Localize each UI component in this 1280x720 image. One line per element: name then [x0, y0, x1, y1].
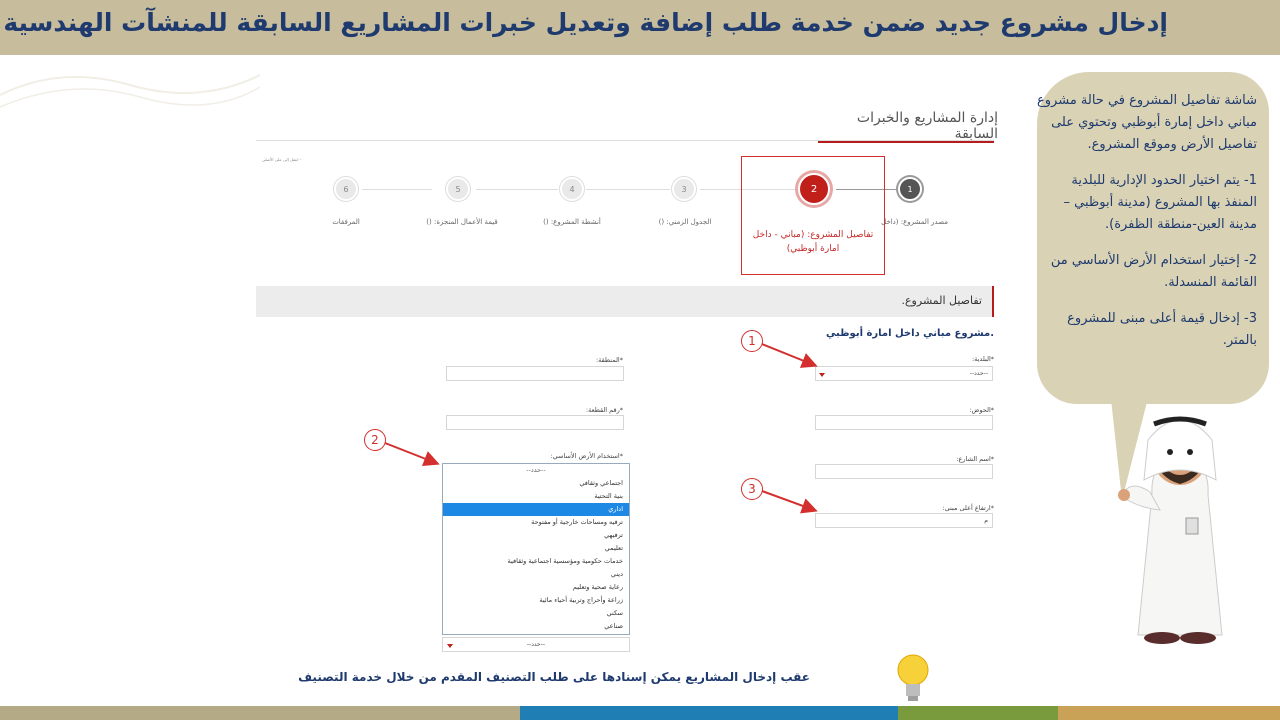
- bubble-intro: شاشة تفاصيل المشروع في حالة مشروع مباني …: [1037, 93, 1257, 152]
- marker-2: 2: [364, 429, 386, 451]
- step-5-label: قيمة الأعمال المنجزة: (): [426, 218, 498, 226]
- land-use-dropdown-list[interactable]: --حدد-- اجتماعي وثقافي بنية التحتية ادار…: [442, 463, 630, 635]
- step-1-label: مصدر المشروع: (داخل: [881, 218, 948, 226]
- dropdown-option[interactable]: ترفيه ومساحات خارجية أو مفتوحة: [443, 516, 629, 529]
- step-2-label: تفاصيل المشروع: (مباني - داخل امارة أبوظ…: [752, 230, 874, 254]
- dropdown-option[interactable]: تعليمي: [443, 542, 629, 555]
- header-banner: إدخال مشروع جديد ضمن خدمة طلب إضافة وتعد…: [0, 0, 1280, 55]
- marker-3: 3: [741, 478, 763, 500]
- dropdown-option[interactable]: سكني: [443, 607, 629, 620]
- decorative-pattern: [0, 74, 260, 108]
- basin-label: *الحوض:: [969, 406, 994, 414]
- step-4[interactable]: 4: [560, 177, 584, 201]
- dropdown-option[interactable]: ديني: [443, 568, 629, 581]
- footer-stripe: [898, 706, 1058, 720]
- guide-character-illustration: [1118, 416, 1223, 644]
- dropdown-option[interactable]: صناعي: [443, 620, 629, 633]
- dropdown-option-selected[interactable]: اداري: [443, 503, 629, 516]
- step-5[interactable]: 5: [446, 177, 470, 201]
- section-title: تفاصيل المشروع.: [901, 294, 983, 307]
- dropdown-option[interactable]: زراعة وأحراج وتربية أحياء مائية: [443, 594, 629, 607]
- step-connector: [476, 189, 558, 190]
- footer-stripe: [1058, 706, 1280, 720]
- arrow-3: [761, 490, 818, 514]
- footnote: عقب إدخال المشاريع يمكن إسنادها على طلب …: [298, 670, 810, 684]
- footer-stripe: [520, 706, 898, 720]
- step-3-label: الجدول الزمني: (): [658, 218, 712, 226]
- municipality-select[interactable]: --حدد--: [815, 366, 993, 381]
- active-step-highlight: [741, 156, 885, 275]
- land-use-label: *استخدام الأرض الأساسي:: [550, 452, 623, 460]
- dropdown-option[interactable]: خدمات حكومية ومؤسسية اجتماعية وثقافية: [443, 555, 629, 568]
- step-6[interactable]: 6: [334, 177, 358, 201]
- basin-field[interactable]: [815, 415, 993, 430]
- bubble-text: شاشة تفاصيل المشروع في حالة مشروع مباني …: [1037, 90, 1257, 366]
- marker-1: 1: [741, 330, 763, 352]
- height-field[interactable]: م: [815, 513, 993, 528]
- dropdown-option[interactable]: --حدد--: [443, 464, 629, 477]
- dropdown-option[interactable]: بنية التحتية: [443, 490, 629, 503]
- dropdown-option[interactable]: اجتماعي وثقافي: [443, 477, 629, 490]
- plot-number-field[interactable]: [446, 415, 624, 430]
- step-hint: - انتقل إلى على الأصلي: [262, 157, 302, 162]
- land-use-select[interactable]: --حدد--: [442, 637, 630, 652]
- speech-bubble: شاشة تفاصيل المشروع في حالة مشروع مباني …: [1037, 72, 1269, 404]
- heading-underline: [818, 141, 994, 143]
- height-label: *ارتفاع أعلى مبنى:: [942, 504, 994, 512]
- chevron-down-icon: [447, 644, 453, 648]
- municipality-label: *البلدية:: [971, 355, 994, 363]
- chevron-down-icon: [819, 373, 825, 377]
- arrow-2: [384, 442, 440, 467]
- section-accent: [992, 286, 994, 317]
- arrow-1: [761, 343, 818, 368]
- bubble-point-1: 1- يتم اختيار الحدود الإدارية للبلدية ال…: [1063, 173, 1257, 232]
- region-label: *المنطقة:: [595, 356, 623, 364]
- lightbulb-icon: [897, 654, 929, 701]
- plot-label: *رقم القطعة:: [585, 406, 623, 414]
- step-1[interactable]: 1: [898, 177, 922, 201]
- footer-stripe: [0, 706, 520, 720]
- step-connector: [362, 189, 432, 190]
- step-connector: [586, 189, 670, 190]
- street-label: *اسم الشارع:: [956, 455, 994, 463]
- region-field[interactable]: [446, 366, 624, 381]
- page-heading: إدارة المشاريع والخبرات السابقة: [856, 110, 998, 142]
- step-4-label: أنشطة المشروع: (): [543, 218, 601, 226]
- bubble-point-2: 2- إختيار استخدام الأرض الأساسي من القائ…: [1050, 253, 1257, 290]
- slide-title: إدخال مشروع جديد ضمن خدمة طلب إضافة وتعد…: [3, 8, 1168, 37]
- dropdown-option[interactable]: ترفيهي: [443, 529, 629, 542]
- section-header: تفاصيل المشروع.: [256, 286, 994, 317]
- subsection-title: .مشروع مباني داخل امارة أبوظبي: [825, 328, 994, 339]
- step-3[interactable]: 3: [672, 177, 696, 201]
- bubble-point-3: 3- إدخال قيمة أعلى مبنى للمشروع بالمتر.: [1067, 311, 1257, 348]
- step-6-label: المرفقات: [332, 218, 360, 226]
- street-field[interactable]: [815, 464, 993, 479]
- dropdown-option[interactable]: رعاية صحية وتعليم: [443, 581, 629, 594]
